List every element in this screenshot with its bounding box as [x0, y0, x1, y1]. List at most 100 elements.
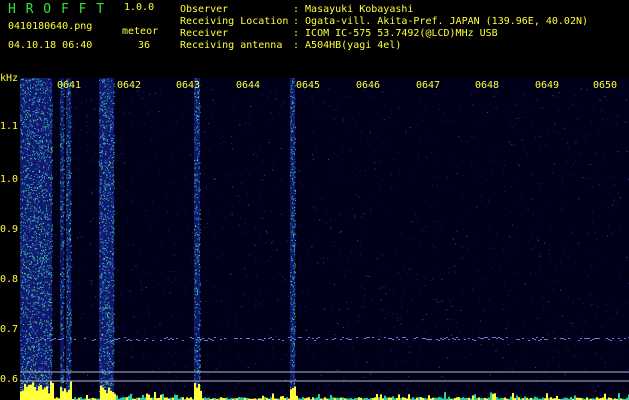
band-pixel	[109, 97, 110, 99]
band-pixel	[108, 274, 110, 276]
band-pixel	[100, 382, 102, 384]
noise-speckle	[71, 102, 73, 104]
band-pixel	[34, 202, 36, 203]
band-pixel	[20, 104, 22, 106]
noise-speckle	[268, 291, 270, 293]
noise-speckle	[419, 290, 421, 292]
band-pixel	[67, 312, 69, 314]
noise-speckle	[222, 228, 224, 230]
band-pixel	[25, 196, 27, 198]
band-pixel	[20, 87, 22, 89]
band-pixel	[31, 252, 33, 254]
noise-speckle	[220, 322, 222, 324]
band-pixel	[100, 309, 102, 311]
band-pixel	[67, 182, 69, 184]
band-pixel	[34, 290, 36, 292]
band-pixel	[43, 259, 45, 261]
band-pixel	[29, 221, 31, 223]
band-pixel	[109, 308, 111, 310]
noise-speckle	[346, 256, 348, 258]
band-pixel	[104, 138, 106, 140]
noise-speckle	[334, 334, 336, 336]
noise-speckle	[366, 362, 368, 363]
noise-speckle	[205, 187, 207, 189]
band-pixel	[29, 81, 31, 83]
noise-speckle	[586, 177, 588, 179]
band-pixel	[112, 260, 113, 262]
band-pixel	[104, 143, 106, 144]
band-pixel	[39, 305, 41, 306]
noise-speckle	[350, 150, 352, 152]
band-pixel	[29, 290, 30, 292]
noise-speckle	[143, 91, 145, 93]
band-pixel	[197, 218, 199, 220]
band-pixel	[46, 81, 48, 83]
band-pixel	[66, 112, 68, 114]
noise-speckle	[124, 386, 126, 388]
noise-speckle	[411, 299, 413, 301]
band-pixel	[37, 270, 39, 272]
band-pixel	[109, 262, 111, 264]
band-pixel	[28, 376, 30, 378]
band-pixel	[27, 205, 29, 207]
band-pixel	[61, 306, 63, 308]
band-pixel	[107, 168, 108, 170]
noise-speckle	[325, 90, 327, 92]
band-pixel	[26, 207, 28, 209]
band-pixel	[69, 235, 71, 236]
band-pixel	[51, 329, 53, 331]
noise-speckle	[168, 277, 170, 279]
noise-speckle	[406, 310, 408, 311]
band-pixel	[27, 105, 29, 107]
band-pixel	[20, 117, 22, 119]
noise-speckle	[343, 350, 345, 352]
band-pixel	[99, 235, 101, 237]
band-pixel	[112, 235, 114, 237]
band-pixel	[43, 345, 45, 347]
noise-speckle	[334, 218, 336, 220]
band-pixel	[45, 269, 47, 271]
band-pixel	[62, 188, 64, 190]
band-pixel	[28, 195, 30, 197]
band-pixel	[36, 208, 38, 210]
band-pixel	[22, 182, 24, 184]
band-pixel	[62, 245, 64, 247]
band-pixel	[109, 176, 111, 178]
band-pixel	[105, 289, 107, 291]
band-pixel	[27, 131, 28, 133]
band-pixel	[195, 294, 197, 296]
noise-speckle	[270, 210, 272, 212]
band-pixel	[21, 344, 23, 346]
noise-speckle	[254, 363, 256, 365]
band-pixel	[46, 258, 48, 260]
noise-speckle	[65, 278, 67, 280]
noise-speckle	[473, 181, 475, 183]
band-pixel	[69, 175, 71, 177]
band-pixel	[47, 253, 49, 254]
band-pixel	[105, 86, 107, 88]
band-pixel	[22, 98, 23, 100]
noise-speckle	[486, 111, 488, 113]
noise-speckle	[574, 261, 576, 263]
band-pixel	[39, 137, 41, 138]
band-pixel	[106, 297, 108, 299]
band-pixel	[106, 257, 108, 259]
band-pixel	[20, 379, 22, 381]
noise-speckle	[146, 162, 148, 164]
band-pixel	[60, 190, 62, 192]
band-pixel	[32, 183, 34, 185]
band-pixel	[40, 352, 42, 354]
band-pixel	[31, 236, 33, 238]
noise-speckle	[207, 209, 209, 211]
band-pixel	[112, 342, 114, 344]
band-pixel	[30, 261, 32, 263]
noise-speckle	[429, 362, 431, 364]
band-pixel	[24, 190, 26, 192]
band-pixel	[31, 366, 32, 368]
band-pixel	[26, 82, 28, 84]
band-pixel	[99, 80, 100, 81]
noise-speckle	[435, 247, 437, 249]
noise-speckle	[302, 184, 304, 186]
noise-speckle	[228, 363, 230, 365]
noise-speckle	[321, 265, 323, 266]
